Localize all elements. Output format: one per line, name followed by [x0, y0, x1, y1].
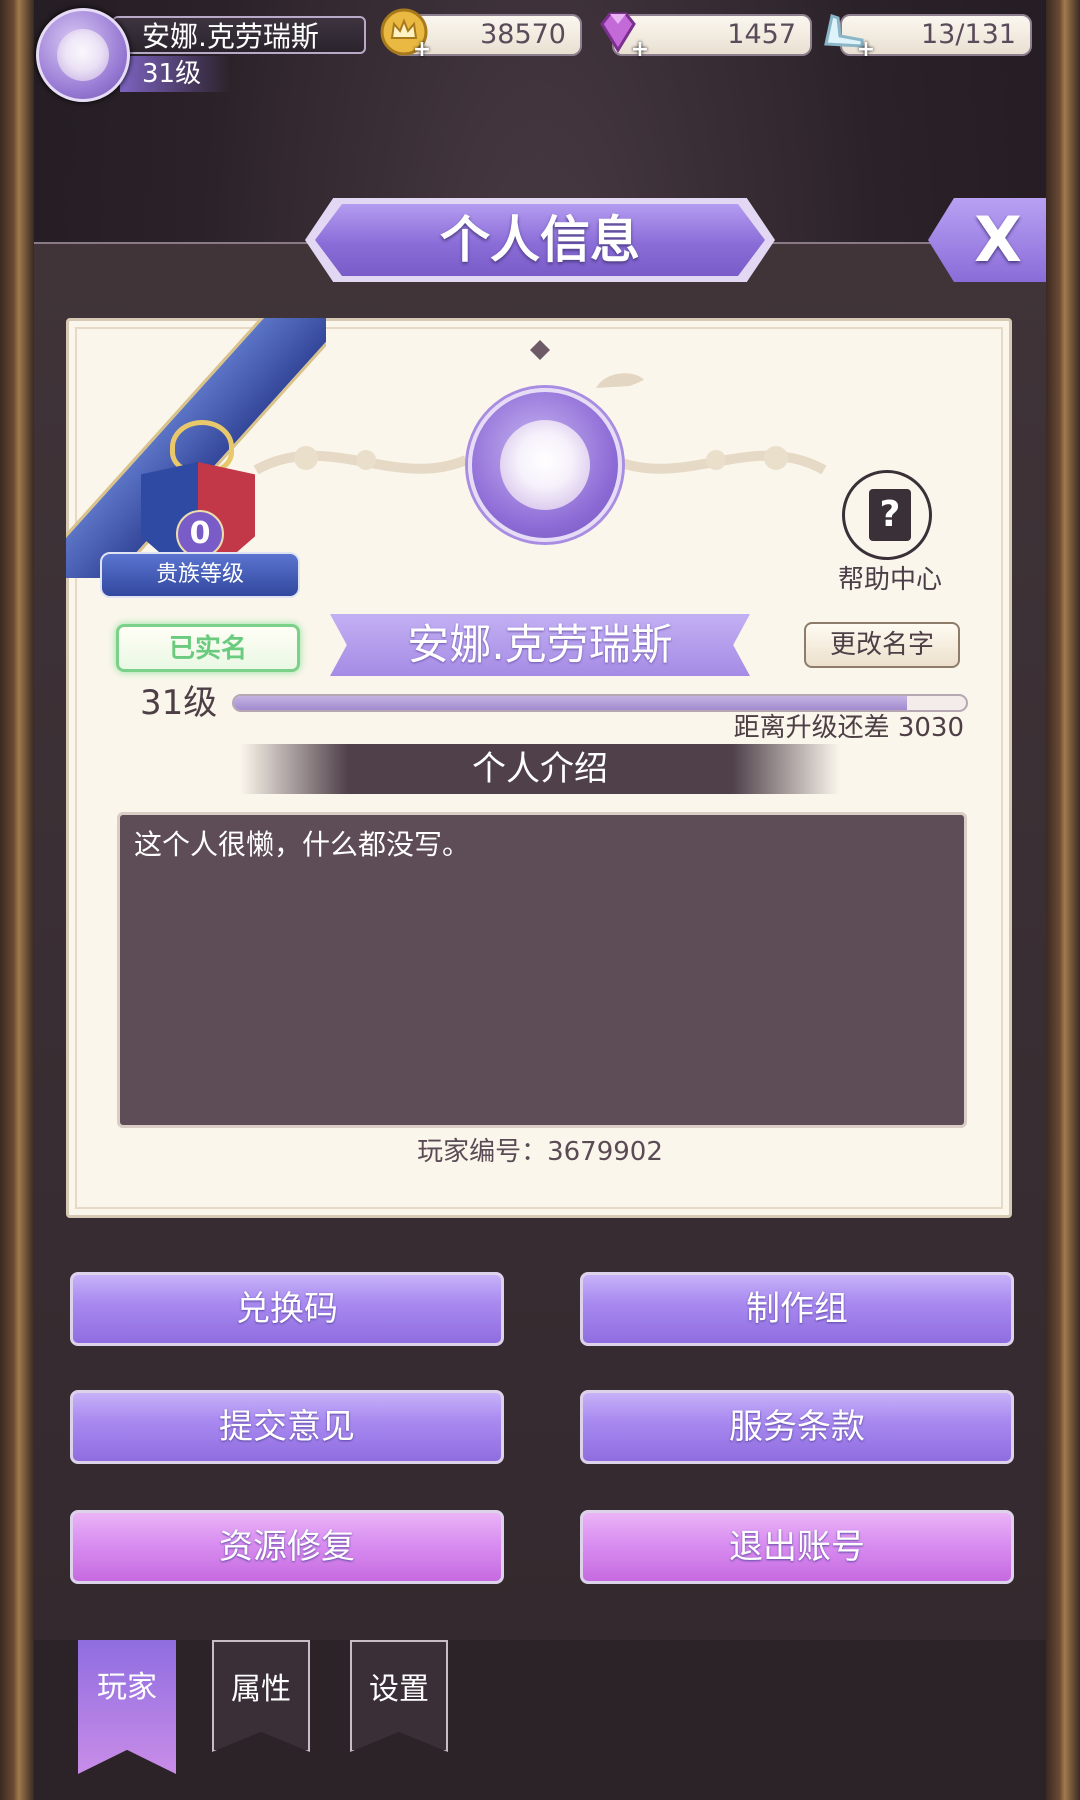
noble-level-value: 0	[176, 510, 224, 558]
credits-button[interactable]: 制作组	[580, 1272, 1014, 1346]
profile-portrait[interactable]	[468, 388, 622, 542]
player-id: 玩家编号：3679902	[417, 1137, 663, 1167]
verified-badge: 已实名	[116, 624, 300, 672]
top-bar: 安娜.克劳瑞斯 31级 38570 + 1457 + 13/131 +	[0, 0, 1080, 102]
top-player-level: 31级	[120, 56, 230, 92]
panel-title: 个人信息	[440, 210, 640, 269]
tab-bar	[34, 1640, 1046, 1800]
add-stamina-icon[interactable]: +	[856, 39, 876, 61]
logout-button[interactable]: 退出账号	[580, 1510, 1014, 1584]
help-book-icon: ?	[869, 489, 911, 541]
rose-icon	[57, 29, 109, 81]
xp-progress-fill	[234, 696, 908, 710]
top-player-name: 安娜.克劳瑞斯	[112, 16, 366, 54]
level-label: 31级	[140, 683, 218, 723]
terms-button[interactable]: 服务条款	[580, 1390, 1014, 1464]
rose-icon	[500, 420, 590, 510]
help-center-label[interactable]: 帮助中心	[820, 562, 960, 598]
intro-header: 个人介绍	[240, 744, 840, 794]
resource-repair-button[interactable]: 资源修复	[70, 1510, 504, 1584]
add-gold-icon[interactable]: +	[412, 39, 432, 61]
player-name: 安娜.克劳瑞斯	[407, 620, 673, 669]
avatar[interactable]	[36, 8, 130, 102]
add-gem-icon[interactable]: +	[630, 39, 650, 61]
rename-button[interactable]: 更改名字	[804, 622, 960, 668]
right-frame	[1046, 0, 1080, 1800]
noble-level-label: 贵族等级	[100, 552, 300, 598]
feedback-button[interactable]: 提交意见	[70, 1390, 504, 1464]
xp-progress-bar	[232, 694, 968, 712]
redeem-code-button[interactable]: 兑换码	[70, 1272, 504, 1346]
close-icon[interactable]: X	[958, 198, 1038, 282]
left-frame	[0, 0, 34, 1800]
intro-text-box[interactable]: 这个人很懒，什么都没写。	[117, 812, 967, 1128]
xp-remaining: 距离升级还差 3030	[733, 713, 964, 743]
help-center-icon[interactable]: ?	[842, 470, 932, 560]
